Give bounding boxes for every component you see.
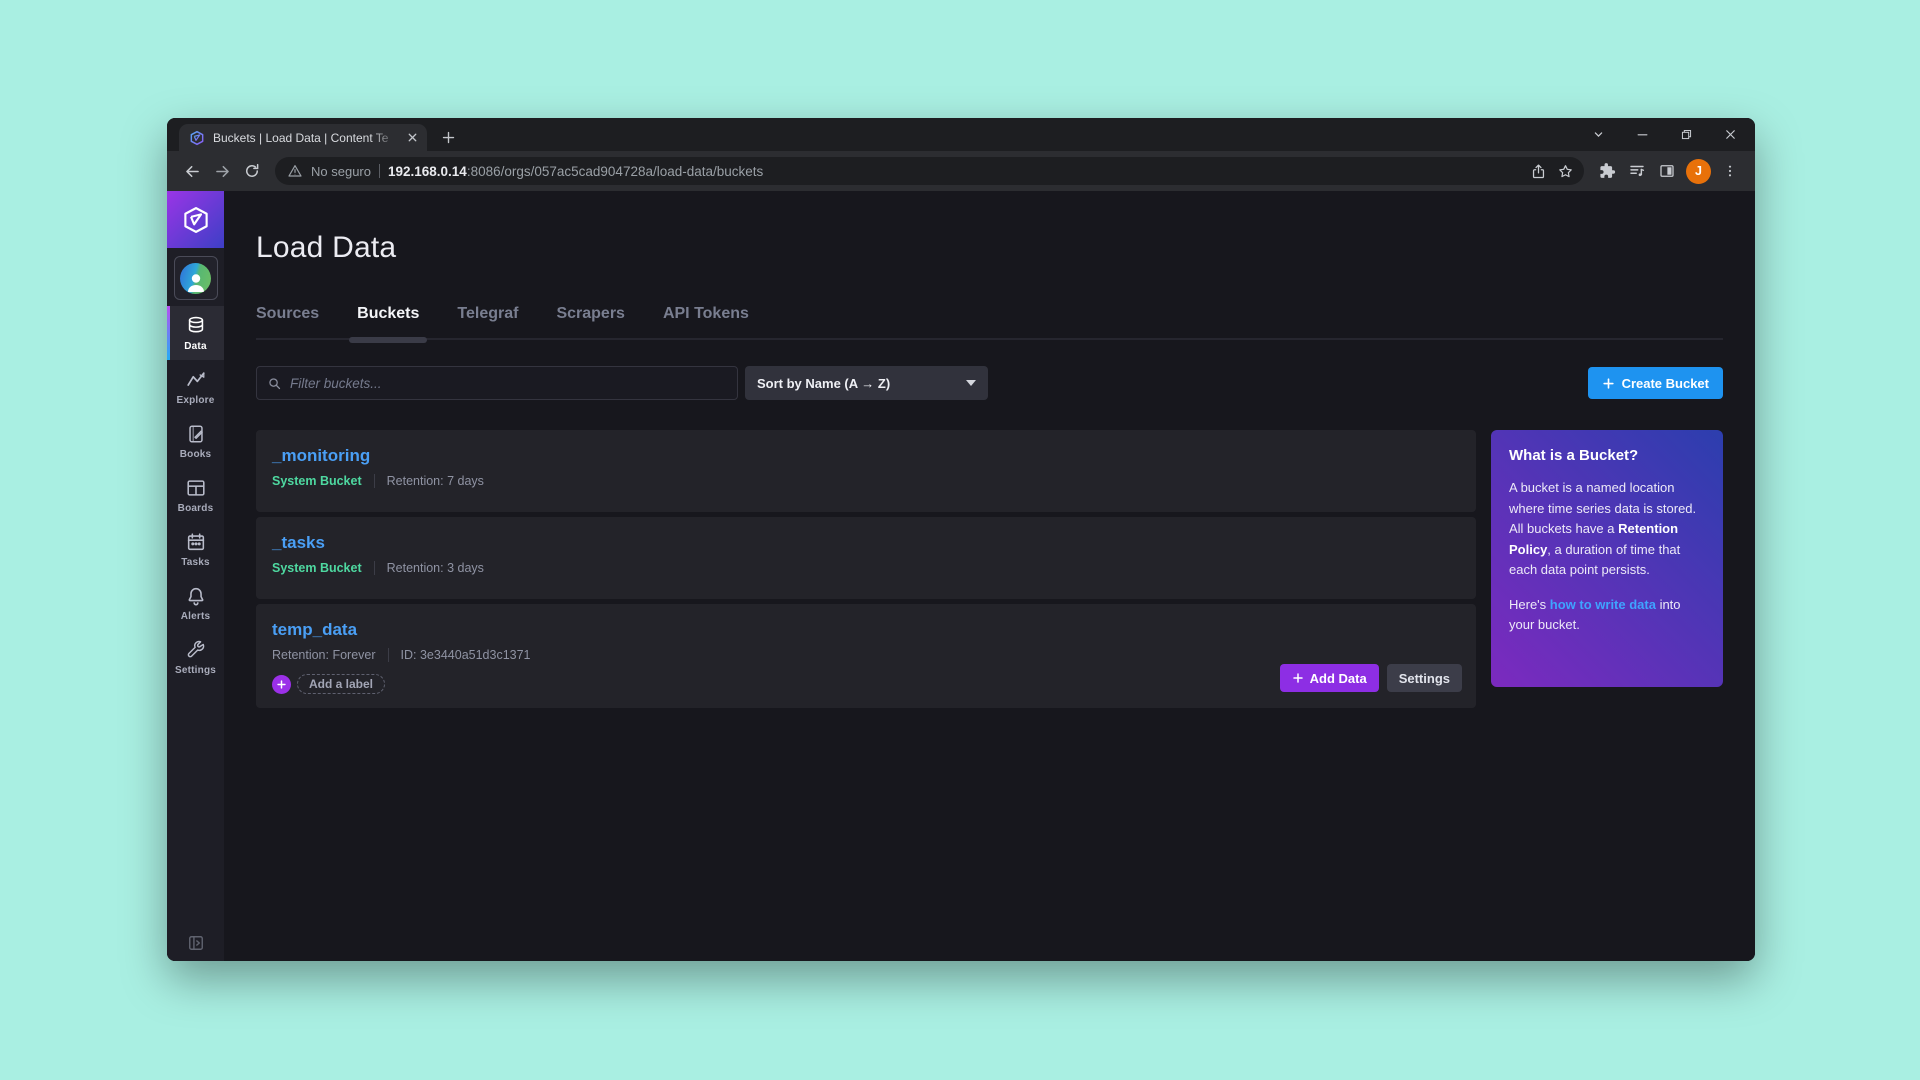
sidebar-item-label: Data	[184, 341, 206, 352]
sidebar-item-label: Tasks	[181, 557, 210, 568]
sidebar-item-label: Books	[180, 449, 212, 460]
security-label: No seguro	[311, 164, 371, 179]
info-panel-footer: Here's how to write data into your bucke…	[1509, 595, 1705, 636]
url-text: 192.168.0.14:8086/orgs/057ac5cad904728a/…	[388, 164, 1522, 179]
add-label-button[interactable]: Add a label	[297, 674, 385, 694]
add-label-plus-button[interactable]	[272, 675, 291, 694]
plus-icon	[1292, 672, 1304, 684]
user-avatar-icon	[180, 263, 211, 294]
retention-text: Retention: 7 days	[387, 474, 484, 488]
back-icon[interactable]	[177, 156, 207, 186]
what-is-a-bucket-panel: What is a Bucket? A bucket is a named lo…	[1491, 430, 1723, 687]
bucket-name-link[interactable]: _monitoring	[272, 446, 370, 466]
minimize-button[interactable]	[1623, 122, 1661, 148]
tab-buckets[interactable]: Buckets	[357, 305, 419, 323]
bucket-id-text: ID: 3e3440a51d3c1371	[401, 648, 531, 662]
bookmark-star-icon[interactable]	[1557, 163, 1574, 180]
bucket-row-temp-data: temp_data Retention: Forever ID: 3e3440a…	[256, 604, 1476, 708]
info-panel-body: A bucket is a named location where time …	[1509, 478, 1705, 581]
sidebar-item-boards[interactable]: Boards	[167, 468, 224, 522]
how-to-write-data-link[interactable]: how to write data	[1550, 597, 1656, 612]
sidebar-item-label: Alerts	[181, 611, 211, 622]
bucket-row-monitoring: _monitoring System Bucket Retention: 7 d…	[256, 430, 1476, 512]
chevron-down-icon	[966, 380, 976, 386]
extensions-puzzle-icon[interactable]	[1592, 156, 1622, 186]
filter-buckets-field	[256, 366, 738, 400]
retention-text: Retention: 3 days	[387, 561, 484, 575]
new-tab-button[interactable]	[435, 124, 461, 150]
separator	[388, 648, 389, 662]
sidebar-item-settings[interactable]: Settings	[167, 630, 224, 684]
search-icon	[267, 376, 282, 391]
browser-tab-strip: Buckets | Load Data | Content Te	[167, 118, 1755, 151]
influxdb-favicon-icon	[189, 130, 205, 146]
share-icon[interactable]	[1530, 163, 1547, 180]
sidebar-expand-toggle[interactable]	[167, 933, 224, 953]
influxdb-logo[interactable]	[167, 191, 224, 248]
tab-search-chevron-icon[interactable]	[1579, 122, 1617, 148]
tab-title: Buckets | Load Data | Content Te	[213, 131, 398, 145]
user-avatar-button[interactable]	[174, 256, 218, 300]
add-data-button[interactable]: Add Data	[1280, 664, 1379, 692]
tab-scrapers[interactable]: Scrapers	[556, 305, 625, 323]
browser-toolbar: No seguro 192.168.0.14:8086/orgs/057ac5c…	[167, 151, 1755, 191]
sidebar-item-label: Explore	[176, 395, 214, 406]
browser-window: Buckets | Load Data | Content Te	[167, 118, 1755, 961]
tab-telegraf[interactable]: Telegraf	[457, 305, 518, 323]
browser-profile-avatar[interactable]: J	[1686, 159, 1711, 184]
load-data-tabs: Sources Buckets Telegraf Scrapers API To…	[256, 305, 1723, 340]
omnibox-separator	[379, 164, 380, 178]
sidebar-item-books[interactable]: Books	[167, 414, 224, 468]
sort-dropdown[interactable]: Sort by Name (A → Z)	[745, 366, 988, 400]
address-bar[interactable]: No seguro 192.168.0.14:8086/orgs/057ac5c…	[275, 157, 1584, 185]
close-tab-icon[interactable]	[406, 131, 419, 144]
not-secure-warning-icon[interactable]	[287, 163, 303, 179]
browser-tab[interactable]: Buckets | Load Data | Content Te	[179, 124, 427, 151]
sidebar-item-explore[interactable]: Explore	[167, 360, 224, 414]
restore-button[interactable]	[1667, 122, 1705, 148]
bucket-name-link[interactable]: _tasks	[272, 533, 325, 553]
sidebar-item-label: Settings	[175, 665, 216, 676]
tab-sources[interactable]: Sources	[256, 305, 319, 323]
media-controls-icon[interactable]	[1622, 156, 1652, 186]
plus-icon	[1602, 377, 1615, 390]
sidebar-item-alerts[interactable]: Alerts	[167, 576, 224, 630]
sort-dropdown-label: Sort by Name (A → Z)	[757, 376, 966, 391]
info-panel-title: What is a Bucket?	[1509, 447, 1705, 464]
bucket-settings-button[interactable]: Settings	[1387, 664, 1462, 692]
system-bucket-badge: System Bucket	[272, 474, 362, 488]
separator	[374, 474, 375, 488]
bucket-row-tasks: _tasks System Bucket Retention: 3 days	[256, 517, 1476, 599]
browser-menu-dots-icon[interactable]	[1715, 156, 1745, 186]
tab-api-tokens[interactable]: API Tokens	[663, 305, 749, 323]
bucket-list: _monitoring System Bucket Retention: 7 d…	[256, 430, 1476, 713]
side-panel-icon[interactable]	[1652, 156, 1682, 186]
retention-text: Retention: Forever	[272, 648, 376, 662]
reload-icon[interactable]	[237, 156, 267, 186]
sidebar-item-label: Boards	[178, 503, 214, 514]
create-bucket-button[interactable]: Create Bucket	[1588, 367, 1723, 399]
close-window-button[interactable]	[1711, 122, 1749, 148]
separator	[374, 561, 375, 575]
filter-buckets-input[interactable]	[290, 376, 727, 391]
sidebar-item-data[interactable]: Data	[167, 306, 224, 360]
sidebar-item-tasks[interactable]: Tasks	[167, 522, 224, 576]
page-title: Load Data	[256, 231, 1723, 265]
system-bucket-badge: System Bucket	[272, 561, 362, 575]
forward-icon[interactable]	[207, 156, 237, 186]
app-sidebar: Data Explore Books	[167, 191, 224, 961]
bucket-name-link[interactable]: temp_data	[272, 620, 357, 640]
main-content: Load Data Sources Buckets Telegraf Scrap…	[224, 191, 1755, 961]
